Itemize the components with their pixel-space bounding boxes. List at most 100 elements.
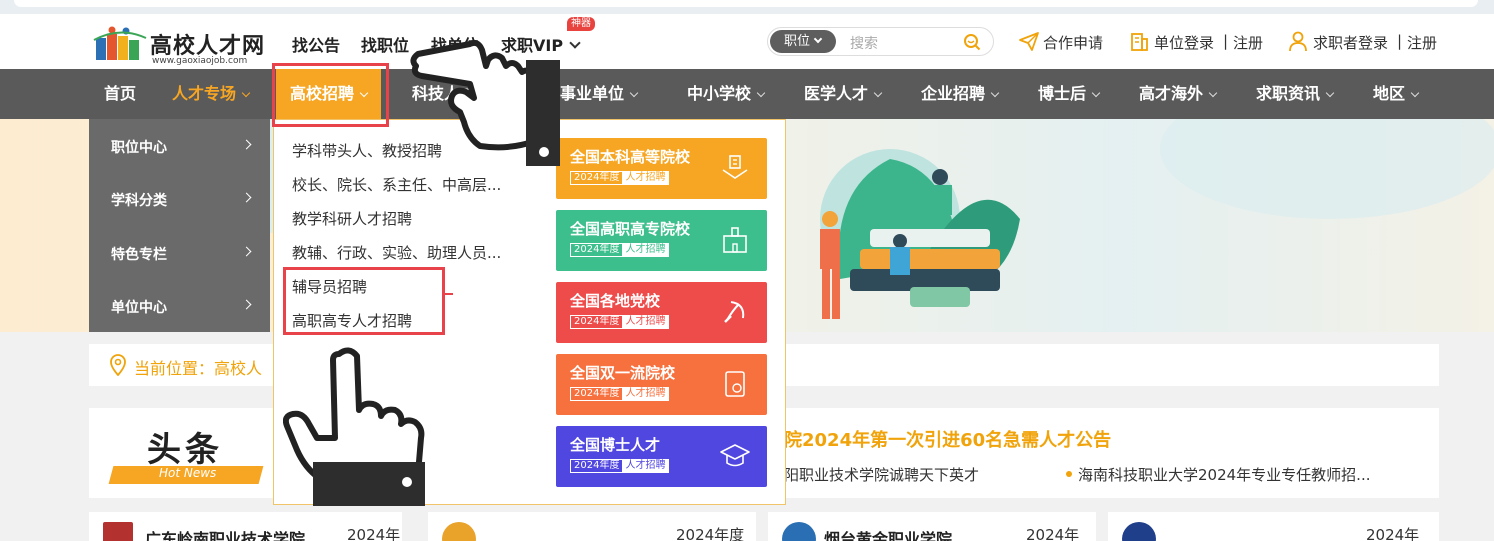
chevron-right-icon bbox=[241, 246, 252, 257]
news-headline[interactable]: 院2024年第一次引进60名急需人才公告 bbox=[784, 426, 1111, 452]
card-tag-label: 人才招聘 bbox=[622, 172, 669, 184]
card-tag-label: 人才招聘 bbox=[622, 316, 669, 328]
side-menu-label: 特色专栏 bbox=[111, 247, 167, 263]
chevron-right-icon bbox=[241, 299, 252, 310]
top-link-announcements[interactable]: 找公告 bbox=[292, 32, 340, 56]
employer-card[interactable]: 2024年度 bbox=[428, 512, 756, 541]
dropdown-link-staff[interactable]: 教辅、行政、实验、助理人员... bbox=[292, 242, 501, 263]
card-tag: 2024年度 人才招聘 bbox=[570, 387, 670, 401]
nav-label: 高才海外 bbox=[1139, 84, 1204, 103]
news-sub-item[interactable]: 阳职业技术学院诚聘天下英才 bbox=[784, 464, 979, 485]
employer-card[interactable]: 烟台黄金职业学院 2024年 bbox=[768, 512, 1096, 541]
employer-year: 2024年 bbox=[347, 526, 401, 541]
nav-item-postdoc[interactable]: 博士后 bbox=[1038, 69, 1101, 119]
highlight-box-dropdown bbox=[283, 267, 445, 335]
nav-item-home[interactable]: 首页 bbox=[104, 69, 136, 119]
pointing-hand-up-icon bbox=[283, 347, 425, 506]
side-menu-item-featured[interactable]: 特色专栏 bbox=[89, 226, 270, 279]
cooperate-link[interactable]: 合作申请 bbox=[1043, 32, 1103, 53]
pointing-hand-left-icon bbox=[410, 39, 560, 166]
location-pin-icon bbox=[110, 354, 126, 376]
nav-item-career-news[interactable]: 求职资讯 bbox=[1256, 69, 1335, 119]
nav-item-talent-special[interactable]: 人才专场 bbox=[172, 69, 251, 119]
building-icon bbox=[722, 155, 748, 179]
nav-item-region[interactable]: 地区 bbox=[1373, 69, 1420, 119]
employer-card[interactable]: 2024年 bbox=[1108, 512, 1439, 541]
chevron-right-icon bbox=[241, 192, 252, 203]
employer-card[interactable]: 广东岭南职业技术学院 2024年 bbox=[89, 512, 402, 541]
card-title: 全国高职高专院校 bbox=[570, 220, 691, 238]
top-strip bbox=[0, 0, 1494, 14]
nav-item-enterprise[interactable]: 企业招聘 bbox=[921, 69, 1000, 119]
side-menu-item-employer-center[interactable]: 单位中心 bbox=[89, 279, 270, 332]
card-title: 全国各地党校 bbox=[570, 292, 661, 310]
chevron-down-icon bbox=[241, 88, 251, 98]
chevron-down-icon bbox=[1410, 88, 1420, 98]
paper-plane-icon bbox=[1019, 32, 1039, 51]
card-undergrad-universities[interactable]: 全国本科高等院校 2024年度 人才招聘 bbox=[556, 138, 767, 199]
chevron-down-icon bbox=[873, 88, 883, 98]
search-box: 职位 搜索 bbox=[767, 27, 994, 56]
employer-login-link[interactable]: 单位登录 bbox=[1154, 32, 1214, 53]
employer-name: 广东岭南职业技术学院 bbox=[145, 530, 306, 541]
graduation-cap-icon bbox=[720, 444, 750, 467]
news-sub-item[interactable]: 海南科技职业大学2024年专业专任教师招... bbox=[1078, 464, 1370, 485]
separator: | bbox=[1223, 32, 1229, 50]
chevron-down-icon bbox=[1325, 88, 1335, 98]
chevron-right-icon bbox=[241, 139, 252, 150]
seeker-register-link[interactable]: 注册 bbox=[1407, 32, 1437, 53]
card-year: 2024年度 bbox=[574, 460, 620, 471]
dropdown-link-research[interactable]: 教学科研人才招聘 bbox=[292, 208, 412, 229]
party-emblem-icon bbox=[724, 301, 745, 323]
side-menu-item-disciplines[interactable]: 学科分类 bbox=[89, 172, 270, 225]
nav-item-k12[interactable]: 中小学校 bbox=[687, 69, 766, 119]
card-year: 2024年度 bbox=[574, 316, 620, 327]
chevron-down-icon bbox=[1091, 88, 1101, 98]
search-category-label: 职位 bbox=[784, 34, 811, 49]
news-title-en: Hot News bbox=[159, 466, 217, 480]
top-strip-inner bbox=[14, 0, 1478, 7]
vip-badge: 神器 bbox=[567, 17, 595, 31]
dropdown-link-leadership[interactable]: 校长、院长、系主任、中高层... bbox=[292, 174, 501, 195]
employer-register-link[interactable]: 注册 bbox=[1233, 32, 1263, 53]
nav-label: 求职资讯 bbox=[1256, 84, 1321, 103]
nav-item-overseas[interactable]: 高才海外 bbox=[1139, 69, 1218, 119]
nav-item-medical[interactable]: 医学人才 bbox=[804, 69, 883, 119]
site-logo[interactable]: 高校人才网 www.gaoxiaojob.com bbox=[92, 20, 267, 66]
card-title: 全国本科高等院校 bbox=[570, 148, 691, 166]
header: 高校人才网 www.gaoxiaojob.com 找公告 找职位 找单位 求职V… bbox=[0, 14, 1494, 69]
card-vocational-colleges[interactable]: 全国高职高专院校 2024年度 人才招聘 bbox=[556, 210, 767, 271]
card-double-first-class[interactable]: 全国双一流院校 2024年度 人才招聘 bbox=[556, 354, 767, 415]
separator: | bbox=[1397, 32, 1403, 50]
nav-label: 医学人才 bbox=[804, 84, 869, 103]
hero-illustration bbox=[820, 149, 1020, 319]
card-tag-label: 人才招聘 bbox=[622, 388, 669, 400]
top-link-jobs[interactable]: 找职位 bbox=[361, 32, 409, 56]
card-year: 2024年度 bbox=[574, 244, 620, 255]
employer-logo bbox=[782, 522, 816, 541]
logo-books-icon bbox=[93, 26, 147, 60]
employer-year: 2024年度 bbox=[676, 526, 745, 541]
chevron-down-icon bbox=[569, 37, 581, 49]
card-tag-label: 人才招聘 bbox=[622, 460, 669, 472]
card-tag: 2024年度 人才招聘 bbox=[570, 315, 670, 329]
employer-logo bbox=[1122, 522, 1156, 541]
card-doctoral-talent[interactable]: 全国博士人才 2024年度 人才招聘 bbox=[556, 426, 767, 487]
employer-year: 2024年 bbox=[1026, 526, 1080, 541]
side-menu-label: 职位中心 bbox=[111, 140, 167, 156]
card-tag-label: 人才招聘 bbox=[622, 244, 669, 256]
school-icon bbox=[723, 227, 747, 253]
seeker-login-link[interactable]: 求职者登录 bbox=[1313, 32, 1388, 53]
nav-label: 中小学校 bbox=[687, 84, 752, 103]
search-input[interactable]: 搜索 bbox=[850, 33, 878, 53]
logo-url: www.gaoxiaojob.com bbox=[152, 56, 248, 66]
chevron-down-icon bbox=[813, 34, 823, 44]
card-party-schools[interactable]: 全国各地党校 2024年度 人才招聘 bbox=[556, 282, 767, 343]
user-icon bbox=[1289, 31, 1307, 52]
search-icon[interactable] bbox=[963, 33, 981, 51]
employer-year: 2024年 bbox=[1366, 526, 1420, 541]
card-title: 全国博士人才 bbox=[570, 436, 661, 454]
side-menu-item-job-center[interactable]: 职位中心 bbox=[89, 119, 270, 172]
nav-item-public-institutions[interactable]: 事业单位 bbox=[560, 69, 639, 119]
search-category-select[interactable]: 职位 bbox=[770, 30, 836, 53]
